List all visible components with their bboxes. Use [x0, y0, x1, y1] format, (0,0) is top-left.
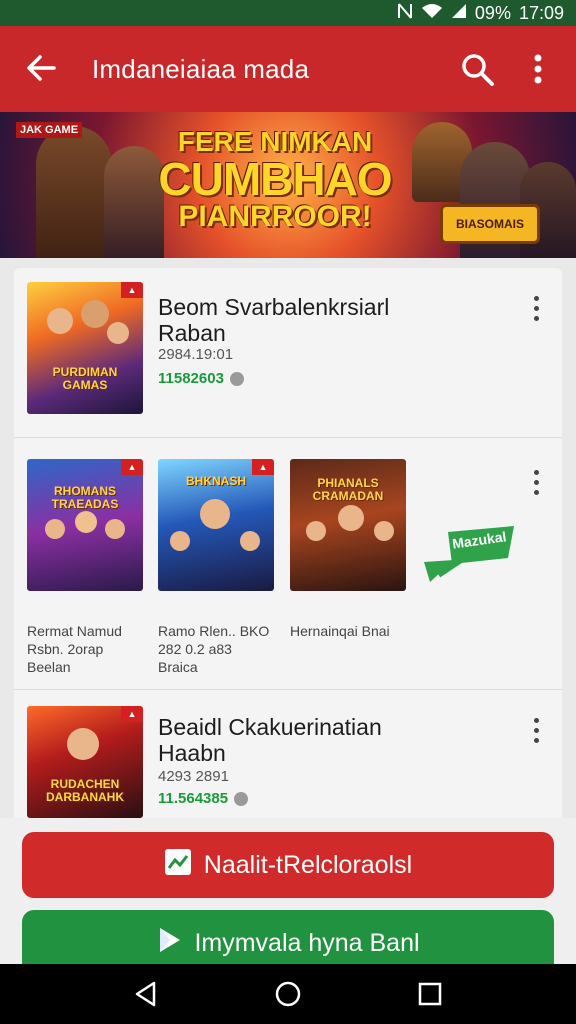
thumbnail-tag: ▲	[121, 459, 143, 475]
more-vert-icon[interactable]	[522, 50, 554, 90]
item-price: 11582603	[158, 370, 244, 387]
item-price: 11.564385	[158, 790, 249, 807]
character-face	[306, 521, 326, 541]
nav-recents-icon[interactable]	[416, 980, 444, 1008]
thumbnail-label: RUDACHEN DARBANAHK	[46, 777, 124, 804]
banner-headline-line-2: CUMBHAO	[158, 153, 392, 205]
card-caption-line: Braica	[158, 659, 198, 675]
card-caption-line: Rermat Namud	[27, 623, 122, 639]
wifi-icon	[421, 3, 443, 24]
character-face	[105, 519, 125, 539]
character-face	[45, 519, 65, 539]
primary-button[interactable]: Naalit-tRelcloraolsl	[22, 832, 554, 898]
character-face	[75, 511, 97, 533]
character-face	[107, 322, 129, 344]
back-arrow-icon[interactable]	[22, 48, 62, 88]
more-vert-icon[interactable]	[526, 468, 546, 500]
more-vert-icon[interactable]	[526, 716, 546, 748]
banner-headline-line-1: FERE NIMKAN	[177, 126, 373, 157]
card-caption-line: Ramo Rlen.. BKO	[158, 623, 270, 639]
clock: 17:09	[518, 3, 564, 23]
item-price-value: 11582603	[158, 370, 224, 387]
game-thumbnail[interactable]: PHIANALS CRAMADAN	[290, 459, 406, 591]
info-icon	[229, 371, 244, 386]
sticker: Mazukal	[418, 524, 522, 590]
list-item-grid: ▲ RHOMANS TRAEADAS ▲ BHKNASH PHIANALS CR…	[14, 438, 562, 690]
app-bar: Imdaneiaiaa mada	[0, 26, 576, 112]
banner-hero-figure	[36, 126, 112, 258]
trending-icon	[164, 848, 192, 883]
game-thumbnail[interactable]: ▲ BHKNASH	[158, 459, 274, 591]
nfc-icon	[397, 2, 413, 25]
game-thumbnail[interactable]: ▲ RHOMANS TRAEADAS	[27, 459, 143, 591]
thumbnail-tag: ▲	[121, 706, 143, 722]
primary-button-label: Naalit-tRelcloraolsl	[203, 850, 413, 879]
system-nav-bar	[0, 964, 576, 1024]
search-icon[interactable]	[458, 50, 498, 90]
character-face	[374, 521, 394, 541]
action-buttons: Naalit-tRelcloraolsl Imymvala hyna Banl	[0, 818, 576, 976]
card-caption-line: Hernainqai Bnai	[290, 623, 390, 639]
card-caption-line: 282 0.2 a83	[158, 641, 232, 657]
card-caption[interactable]: Hernainqai Bnai	[290, 622, 390, 640]
item-title[interactable]: Beaidl Ckakuerinatian Haabn	[158, 714, 382, 766]
banner-corner-tag: JAK GAME	[16, 122, 83, 138]
card-caption[interactable]: Ramo Rlen.. BKO 282 0.2 a83 Braica	[158, 622, 269, 676]
secondary-button-label: Imymvala hyna Banl	[194, 928, 420, 957]
item-title-line-1: Beaidl Ckakuerinatian	[158, 714, 382, 740]
signal-icon	[451, 3, 467, 24]
item-title[interactable]: Beom Svarbalenkrsiarl Raban	[158, 294, 389, 346]
nav-home-icon[interactable]	[274, 980, 302, 1008]
more-vert-icon[interactable]	[526, 294, 546, 326]
list-item[interactable]: ▲ RUDACHEN DARBANAHK Beaidl Ckakuerinati…	[14, 690, 562, 828]
banner-headline: FERE NIMKAN CUMBHAO PIANRROOR!	[150, 128, 400, 232]
nav-back-icon[interactable]	[132, 980, 160, 1008]
character-face	[338, 505, 364, 531]
thumbnail-label: PHIANALS CRAMADAN	[312, 476, 384, 503]
card-caption[interactable]: Rermat Namud Rsbn. 2orap Beelan	[27, 622, 122, 676]
thumbnail-tag: ▲	[121, 282, 143, 298]
game-thumbnail[interactable]: ▲ PURDIMAN GAMAS	[27, 282, 143, 414]
character-face	[67, 728, 99, 760]
item-date: 4293 2891	[158, 768, 229, 785]
item-title-line-2: Raban	[158, 320, 226, 346]
promo-banner[interactable]: JAK GAME FERE NIMKAN CUMBHAO PIANRROOR! …	[0, 112, 576, 258]
banner-badge: BIASOMAIS	[440, 204, 540, 244]
item-price-value: 11.564385	[158, 790, 229, 807]
game-thumbnail[interactable]: ▲ RUDACHEN DARBANAHK	[27, 706, 143, 818]
status-bar: 09% 17:09	[0, 0, 576, 26]
thumbnail-label: BHKNASH	[186, 474, 246, 488]
play-icon	[156, 926, 182, 961]
page-title: Imdaneiaiaa mada	[92, 54, 310, 84]
item-title-line-2: Haabn	[158, 740, 226, 766]
battery-level: 09%	[474, 3, 511, 23]
list-item[interactable]: ▲ PURDIMAN GAMAS Beom Svarbalenkrsiarl R…	[14, 268, 562, 438]
character-face	[240, 531, 260, 551]
info-icon	[234, 791, 249, 806]
status-icons: 09% 17:09	[397, 2, 564, 25]
game-list: ▲ PURDIMAN GAMAS Beom Svarbalenkrsiarl R…	[14, 268, 562, 828]
item-date: 2984.19:01	[158, 346, 234, 363]
card-caption-line: Beelan	[27, 659, 71, 675]
thumbnail-tag: ▲	[252, 459, 274, 475]
thumbnail-label: PURDIMAN GAMAS	[52, 365, 118, 392]
character-face	[170, 531, 190, 551]
card-caption-line: Rsbn. 2orap	[27, 641, 104, 657]
banner-headline-line-3: PIANRROOR!	[178, 200, 372, 233]
character-face	[47, 308, 73, 334]
character-face	[200, 499, 230, 529]
character-face	[81, 300, 109, 328]
item-title-line-1: Beom Svarbalenkrsiarl	[158, 294, 390, 320]
thumbnail-label: RHOMANS TRAEADAS	[51, 484, 119, 511]
